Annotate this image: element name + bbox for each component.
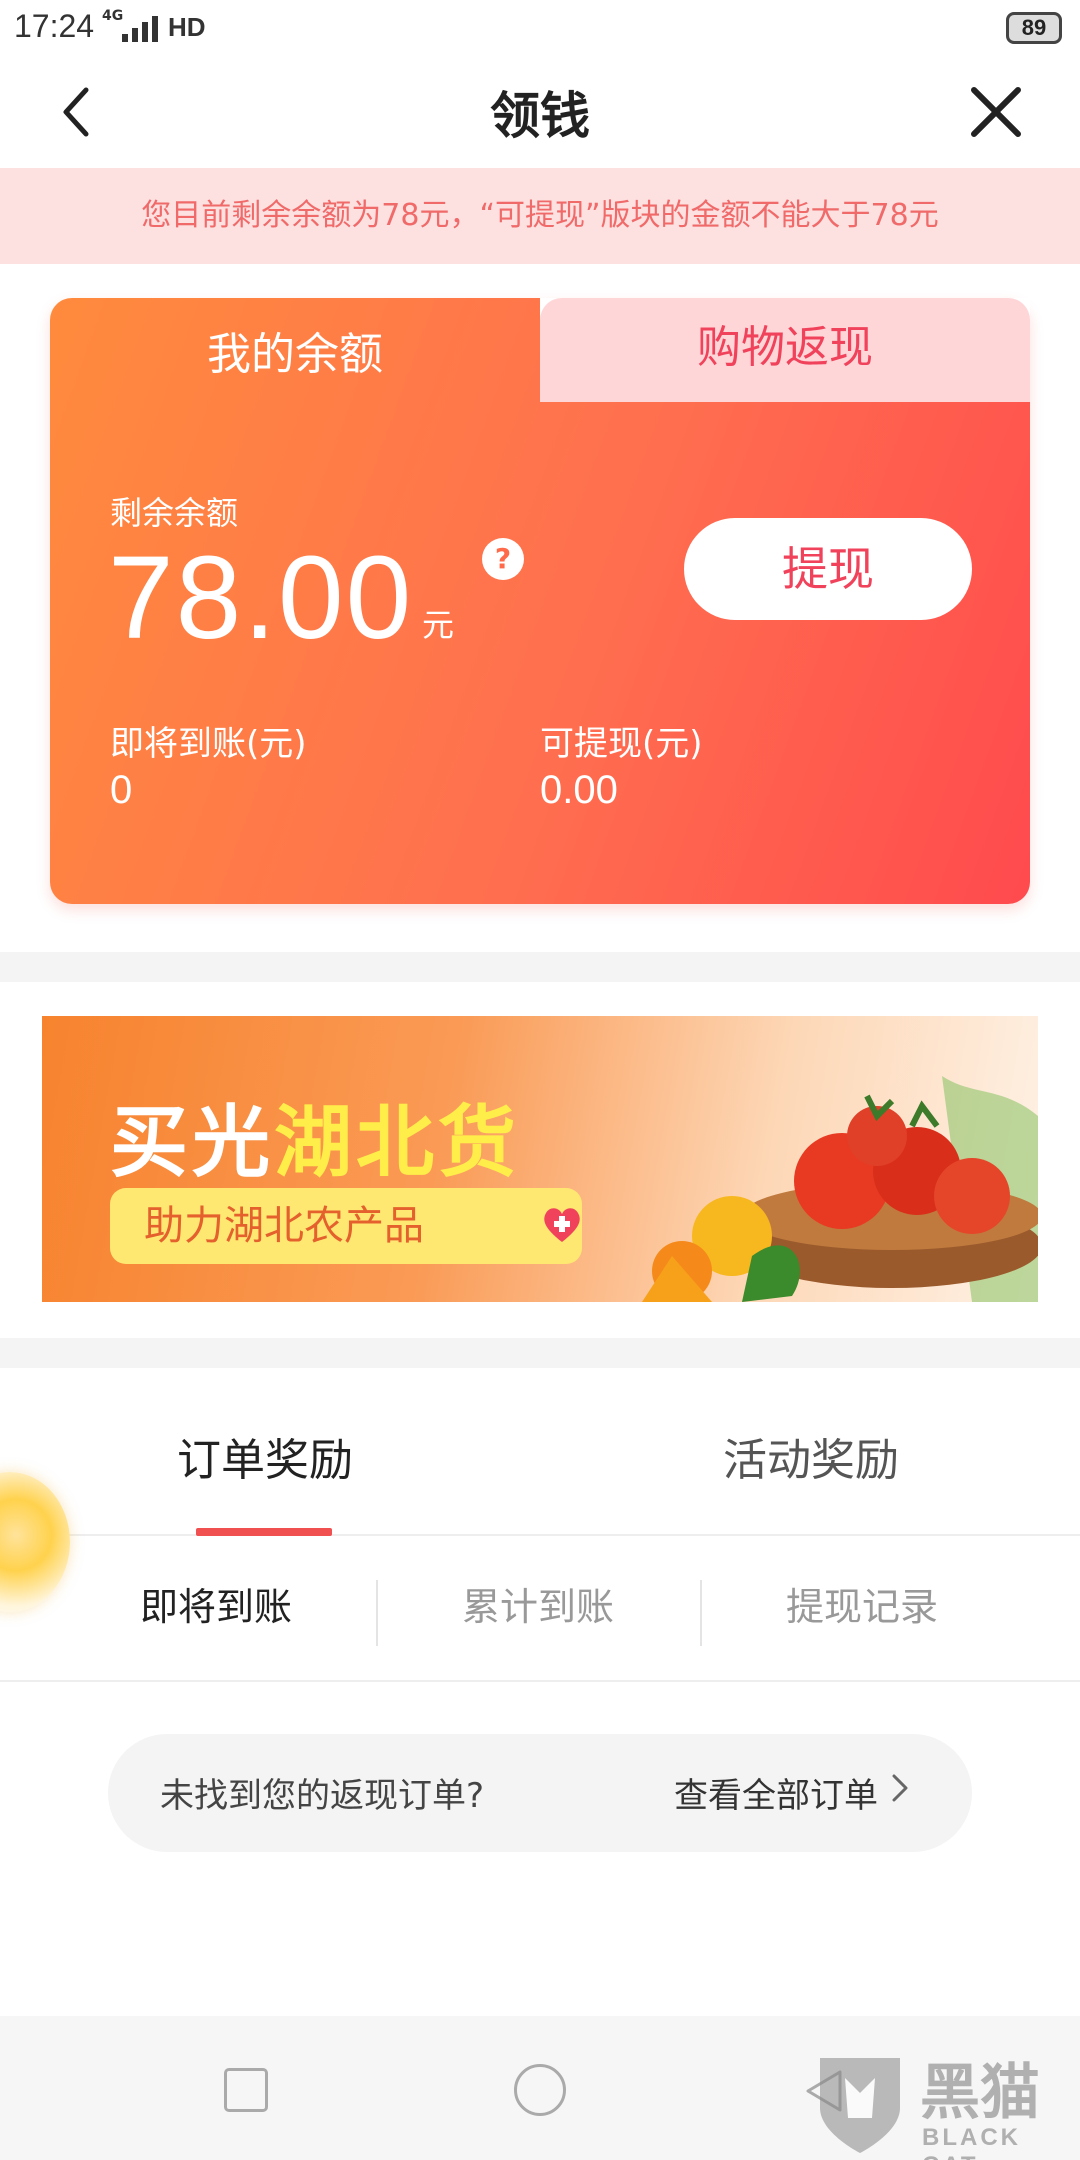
watermark-cn: 黑猫 [920, 2058, 1040, 2128]
square-icon[interactable] [224, 2068, 268, 2112]
balance-card: 购物返现 我的余额 剩余余额 78.00 元 ? 提现 即将到账(元) 0 可提… [50, 292, 1030, 904]
vegetables-image [642, 1076, 1038, 1302]
battery-icon: 89 [1006, 12, 1062, 44]
hd-badge: HD [168, 12, 206, 42]
banner-subtitle: 助力湖北农产品 [110, 1188, 582, 1264]
status-time: 17:24 [14, 8, 95, 44]
subtab-withdraw-history[interactable]: 提现记录 [682, 1576, 1042, 1631]
network-type: 4G [102, 8, 124, 24]
tab-order-reward[interactable]: 订单奖励 [130, 1424, 400, 1488]
tab-activity-reward[interactable]: 活动奖励 [676, 1424, 946, 1488]
pending-label: 即将到账(元) [110, 724, 307, 764]
page-title: 领钱 [490, 87, 590, 145]
divider [0, 1338, 1080, 1368]
subtab-cumulative[interactable]: 累计到账 [358, 1576, 718, 1631]
chevron-right-icon[interactable] [888, 1768, 914, 1808]
heart-plus-icon [544, 1208, 580, 1242]
tab-my-balance[interactable]: 我的余额 [50, 318, 540, 382]
tab-shopping-cashback[interactable]: 购物返现 [540, 298, 1030, 402]
balance-label: 剩余余额 [110, 494, 239, 532]
cat-shield-icon [820, 2058, 900, 2153]
reward-tabs: 订单奖励 活动奖励 [0, 1368, 1080, 1536]
view-all-orders-link[interactable]: 查看全部订单 [674, 1768, 878, 1817]
watermark-en: BLACK CAT [922, 2124, 1021, 2160]
balance-value: 78.00 [108, 532, 414, 664]
balance-card-body: 购物返现 我的余额 剩余余额 78.00 元 ? 提现 即将到账(元) 0 可提… [50, 298, 1030, 904]
subtab-pending[interactable]: 即将到账 [36, 1576, 396, 1631]
banner-title: 买光湖北货 [110, 1098, 521, 1188]
divider [0, 952, 1080, 982]
promo-banner[interactable]: 买光湖北货 助力湖北农产品 [42, 1016, 1038, 1302]
signal-icon [122, 14, 162, 42]
close-icon[interactable] [966, 82, 1026, 142]
withdrawable-label: 可提现(元) [540, 724, 703, 764]
pending-value: 0 [110, 768, 133, 812]
balance-notice: 您目前剩余余额为78元，“可提现”版块的金额不能大于78元 [0, 168, 1080, 264]
home-circle-icon[interactable] [514, 2064, 566, 2116]
order-not-found-bar: 未找到您的返现订单? 查看全部订单 [108, 1734, 972, 1852]
help-icon[interactable]: ? [482, 538, 524, 580]
balance-unit: 元 [422, 606, 455, 644]
watermark-logo: 黑猫 BLACK CAT [810, 2044, 1080, 2160]
sub-tabs: 即将到账 累计到账 提现记录 [0, 1536, 1080, 1682]
not-found-text: 未找到您的返现订单? [160, 1776, 485, 1816]
withdrawable-value: 0.00 [540, 768, 618, 812]
active-tab-indicator [196, 1528, 332, 1536]
withdraw-button[interactable]: 提现 [684, 518, 972, 620]
status-bar: 17:24 4G HD 89 [0, 0, 1080, 56]
nav-bar: 领钱 [0, 56, 1080, 168]
